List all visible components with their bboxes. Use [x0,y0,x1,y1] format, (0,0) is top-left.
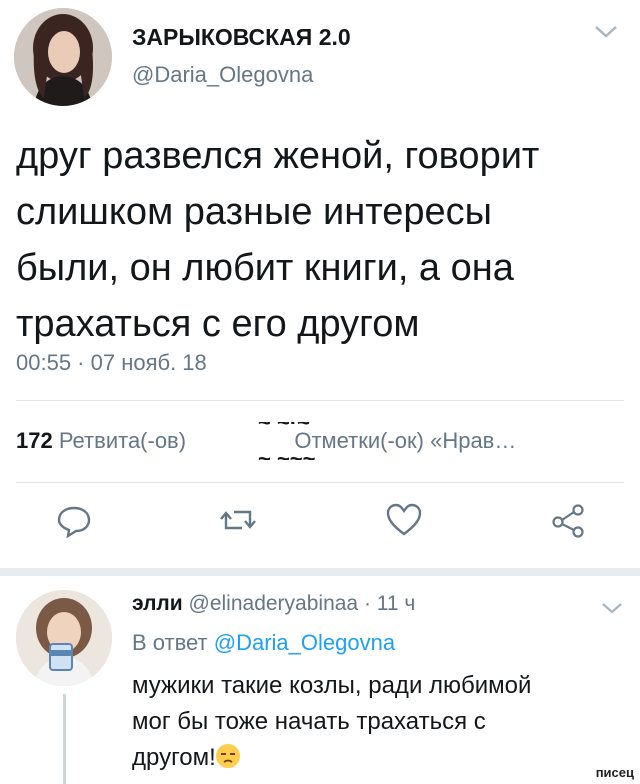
in-reply-to-prefix: В ответ [132,630,208,655]
section-divider [0,568,640,576]
reply-handle[interactable]: @elinaderyabinaa [189,592,359,615]
watermark: писец [595,765,634,780]
thread-line [63,694,66,784]
reply-text-line: другом! [132,744,216,771]
reply-text-line: мужики такие козлы, ради любимой [132,672,532,699]
retweet-icon[interactable] [218,500,258,540]
share-icon[interactable] [548,500,588,540]
tweet-text-line: были, он любит книги, а она [16,247,514,289]
divider [16,400,624,401]
tweet-actions [0,500,640,550]
main-tweet: ЗАРЫКОВСКАЯ 2.0 @Daria_Olegovna друг раз… [0,0,640,568]
tweet-timestamp[interactable]: 00:55 · 07 нояб. 18 [16,350,207,376]
reply-header: элли @elinaderyabinaa · 11 ч [132,592,415,616]
tweet-text: друг развелся женой, говорит слишком раз… [16,128,616,352]
chevron-down-icon[interactable] [600,600,624,616]
heart-icon[interactable] [384,500,424,540]
author-avatar[interactable] [14,8,112,106]
tweet-text-line: трахаться с его другом [16,303,420,345]
author-handle[interactable]: @Daria_Olegovna [132,62,313,88]
reply-display-name[interactable]: элли [132,592,183,615]
reply-icon[interactable] [54,500,94,540]
unamused-face-emoji [215,744,240,768]
reply-text: мужики такие козлы, ради любимой мог бы … [132,668,612,776]
author-display-name[interactable]: ЗАРЫКОВСКАЯ 2.0 [132,24,351,51]
likes-count-fragment-bottom: ~ ~~~ [258,446,316,471]
reply-time[interactable]: · 11 ч [364,592,415,615]
reply-tweet: элли @elinaderyabinaa · 11 ч В ответ @Da… [0,576,640,784]
reply-text-line: мог бы тоже начать трахаться с [132,708,486,735]
likes-count-fragment-top: ~ ~·~ [258,410,310,435]
retweets-label[interactable]: Ретвита(-ов) [59,428,186,453]
chevron-down-icon[interactable] [592,22,620,42]
likes-label[interactable]: Отметки(-ок) «Нрав… [294,428,516,453]
in-reply-to: В ответ @Daria_Olegovna [132,630,395,656]
reply-author-avatar[interactable] [16,590,112,686]
tweet-text-line: друг развелся женой, говорит [16,135,540,177]
retweets-count[interactable]: 172 [16,428,53,453]
in-reply-to-link[interactable]: @Daria_Olegovna [214,630,395,655]
tweet-text-line: слишком разные интересы [16,191,492,233]
divider [16,482,624,483]
